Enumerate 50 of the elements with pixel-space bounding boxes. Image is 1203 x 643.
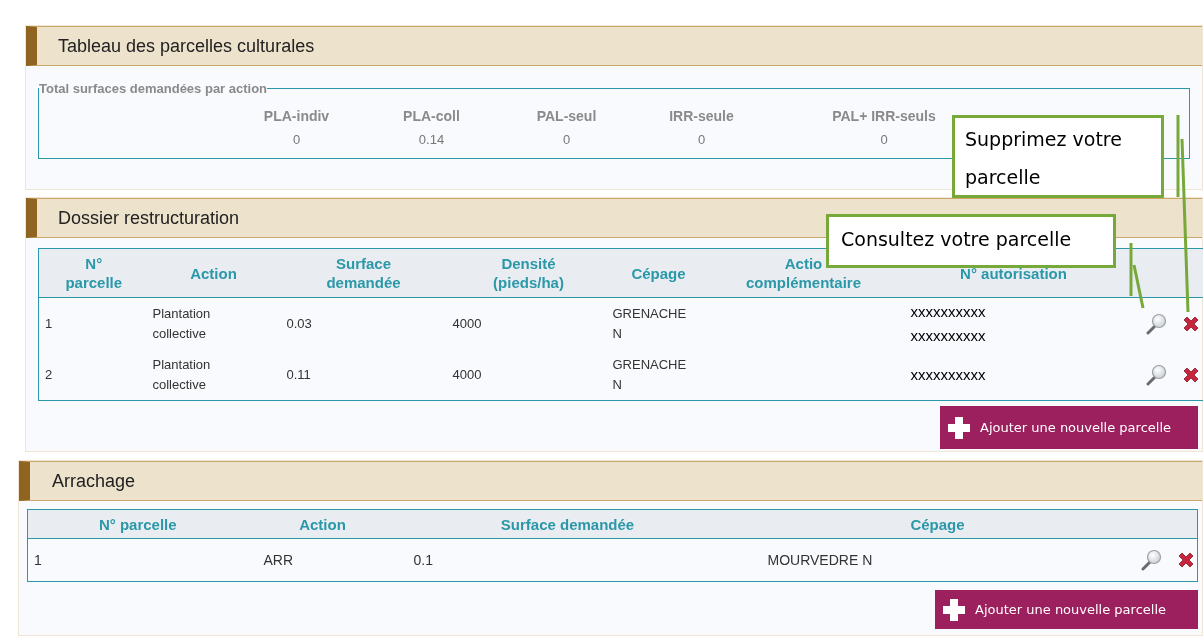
- column-header: Surface demandée: [278, 248, 449, 298]
- search-icon[interactable]: [1144, 364, 1167, 386]
- table-cell-text: xxxxxxxxxx: [910, 365, 987, 385]
- table-cell-text: 1: [34, 551, 43, 570]
- table-cell-text: 0.1: [413, 551, 434, 570]
- column-header: Action: [148, 248, 279, 298]
- column-label: PLA-indiv: [263, 108, 330, 124]
- table-cell-text: 4000: [452, 315, 483, 333]
- table-cell-text: 1: [45, 315, 54, 333]
- callout-box: Consultez votre parcelle: [826, 214, 1116, 268]
- column-header: Cépage: [737, 509, 1138, 539]
- table-cell-text: ARR: [263, 551, 295, 570]
- search-icon[interactable]: [1139, 549, 1162, 571]
- leader-line: [1129, 243, 1145, 309]
- plus-icon[interactable]: [941, 596, 967, 623]
- section-title: Arrachage: [52, 470, 136, 492]
- column-value: 0: [292, 132, 301, 147]
- table-cell-text: Plantation collective: [152, 356, 212, 394]
- table-cell-text: 2: [45, 366, 54, 384]
- add-button[interactable]: Ajouter une nouvelle parcelle: [935, 590, 1198, 629]
- add-button[interactable]: Ajouter une nouvelle parcelle: [940, 406, 1198, 449]
- column-header: Densité (pieds/ha): [448, 248, 609, 298]
- column-header: N° parcelle: [38, 248, 149, 298]
- column-value: 0: [880, 132, 888, 147]
- column-label: PAL+ IRR-seuls: [832, 108, 936, 124]
- column-header: Action: [247, 509, 398, 539]
- column-value: 0: [697, 132, 706, 147]
- table-cell-text: GRENACHE N: [612, 305, 688, 343]
- column-header: Cépage: [608, 248, 709, 298]
- callout-box: Supprimez votre parcelle: [952, 115, 1164, 198]
- column-value: 0: [562, 132, 571, 147]
- table-cell-text: 0.03: [286, 315, 313, 333]
- column-header: N° parcelle: [27, 509, 248, 539]
- plus-icon[interactable]: [946, 414, 972, 441]
- table-cell-text: GRENACHE N: [612, 356, 688, 394]
- column-label: PLA-coll: [403, 108, 460, 124]
- table-cell-text: MOURVEDRE N: [767, 551, 874, 570]
- table-cell-text: 0.11: [286, 366, 312, 384]
- table-cell-text: xxxxxxxxxx: [910, 326, 987, 346]
- section-title: Dossier restructuration: [58, 207, 240, 229]
- table-cell-text: xxxxxxxxxx: [910, 302, 987, 322]
- table-cell-text: Plantation collective: [152, 305, 212, 343]
- column-header: Surface demandée: [397, 509, 738, 539]
- table-cell-text: 4000: [452, 366, 483, 384]
- column-label: PAL-seul: [536, 108, 597, 124]
- search-icon[interactable]: [1144, 313, 1167, 335]
- column-value: 0.14: [418, 132, 445, 147]
- column-label: IRR-seule: [669, 108, 734, 124]
- group-legend: Total surfaces demandées par action: [39, 81, 268, 96]
- section-title: Tableau des parcelles culturales: [58, 35, 315, 57]
